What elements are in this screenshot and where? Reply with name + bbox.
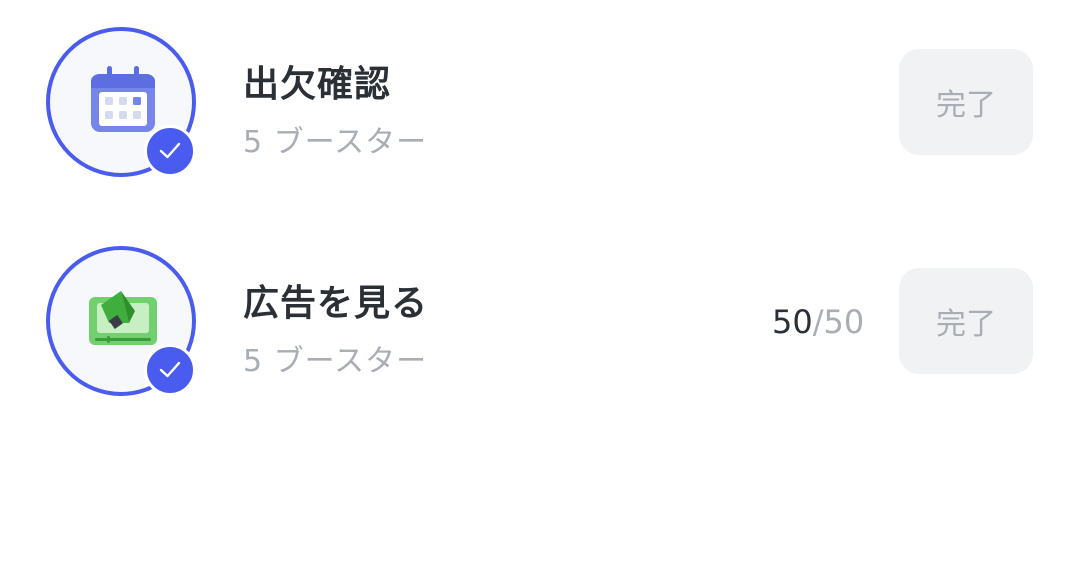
completed-check-badge — [144, 344, 196, 396]
check-icon — [159, 361, 181, 378]
completed-check-badge — [144, 125, 196, 177]
task-list: 出欠確認 5 ブースター 完了 広告を見る 5 ブースター 50/50 完了 — [0, 0, 1080, 588]
task-row-watch-ad: 広告を見る 5 ブースター 50/50 完了 — [0, 246, 1080, 396]
check-icon — [159, 142, 181, 159]
task-row-attendance: 出欠確認 5 ブースター 完了 — [0, 27, 1080, 177]
task-progress: 50/50 — [772, 303, 864, 341]
megaphone-icon — [89, 291, 157, 345]
task-title: 広告を見る — [243, 283, 429, 324]
progress-current: 50 — [772, 303, 813, 341]
calendar-icon — [91, 66, 155, 132]
task-reward: 5 ブースター — [243, 125, 428, 160]
done-button[interactable]: 完了 — [899, 268, 1033, 374]
task-title: 出欠確認 — [243, 64, 392, 105]
task-reward: 5 ブースター — [243, 344, 428, 379]
done-button[interactable]: 完了 — [899, 49, 1033, 155]
progress-total: /50 — [812, 303, 865, 341]
